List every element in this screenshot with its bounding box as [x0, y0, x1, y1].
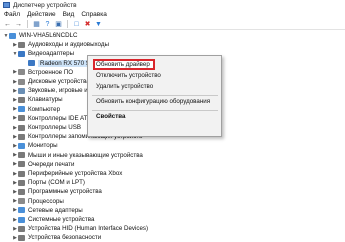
- toolbar: ← → ▦ ? ▣ □ ✖ ▼: [0, 19, 345, 30]
- context-separator: [92, 110, 218, 111]
- device-label: Клавиатуры: [28, 96, 63, 104]
- menu-action[interactable]: Действие: [27, 11, 56, 18]
- device-category[interactable]: ▶ Контроллеры USB: [12, 123, 81, 132]
- device-category[interactable]: ▶ Встроенное ПО: [12, 68, 73, 77]
- device-category[interactable]: ▼ Видеоадаптеры: [12, 49, 75, 58]
- device-icon: [18, 78, 25, 85]
- device-icon: [28, 60, 35, 67]
- device-label: Аудиовходы и аудиовыходы: [28, 41, 109, 49]
- device-manager-icon: [3, 2, 10, 8]
- context-update-driver[interactable]: Обновить драйвер: [96, 61, 150, 68]
- device-label: Контроллеры USB: [28, 124, 82, 131]
- device-icon: [18, 124, 25, 131]
- device-category[interactable]: ▶ Компьютер: [12, 105, 60, 114]
- device-label: Встроенное ПО: [28, 68, 74, 76]
- device-icon: [18, 41, 25, 48]
- device-icon: [18, 115, 25, 122]
- device-category[interactable]: ▶ Аудиовходы и аудиовыходы: [12, 40, 109, 49]
- device-label: Порты (COM и LPT): [28, 179, 85, 187]
- properties-icon[interactable]: ▦: [32, 20, 41, 29]
- device-icon: [18, 142, 25, 149]
- device-category[interactable]: ▶ Порты (COM и LPT): [12, 178, 85, 187]
- device-icon: [18, 216, 25, 223]
- device-label: Видеоадаптеры: [28, 50, 75, 58]
- context-separator: [92, 95, 218, 96]
- help-icon[interactable]: ?: [43, 20, 52, 29]
- device-label: Периферийные устройства Xbox: [28, 170, 123, 177]
- device-icon: [18, 198, 25, 205]
- device-category[interactable]: ▶ Клавиатуры: [12, 95, 63, 104]
- device-icon: [18, 188, 25, 195]
- menu-view[interactable]: Вид: [63, 11, 75, 18]
- device-icon: [18, 87, 25, 94]
- device-category[interactable]: ▶ Мыши и иные указывающие устройства: [12, 151, 143, 160]
- device-label: Дисковые устройства: [28, 78, 90, 85]
- toolbar-separator: [67, 20, 68, 28]
- device-category[interactable]: ▶ Очереди печати: [12, 160, 74, 169]
- device-label: Мониторы: [28, 142, 58, 150]
- device-icon: [18, 96, 25, 103]
- context-disable-device[interactable]: Отключить устройство: [96, 72, 161, 79]
- update-driver-icon[interactable]: □: [72, 20, 81, 29]
- device-category[interactable]: ▶ Устройства HID (Human Interface Devices…: [12, 224, 148, 233]
- context-properties[interactable]: Свойства: [96, 113, 125, 120]
- back-icon[interactable]: ←: [3, 20, 12, 29]
- device-category[interactable]: ▶ Дисковые устройства: [12, 77, 90, 86]
- computer-icon: [9, 32, 16, 39]
- device-label: Сетевые адаптеры: [28, 206, 83, 214]
- context-uninstall-device[interactable]: Удалить устройство: [96, 83, 153, 90]
- tree-root[interactable]: ▼ WIN-VHA5L6NCDLC: [3, 31, 78, 40]
- device-icon: [18, 161, 25, 168]
- device-label: Программные устройства: [28, 188, 102, 196]
- context-scan-hardware[interactable]: Обновить конфигурацию оборудования: [96, 98, 210, 105]
- device-label: Устройства HID (Human Interface Devices): [28, 225, 149, 233]
- device-icon: [18, 50, 25, 57]
- device-label: Системные устройства: [28, 216, 95, 223]
- add-icon[interactable]: ▼: [94, 20, 103, 29]
- device-category[interactable]: ▶ Устройства безопасности: [12, 233, 101, 242]
- device-icon: [18, 225, 25, 232]
- device-category[interactable]: ▶ Системные устройства: [12, 215, 94, 224]
- device-icon: [18, 69, 25, 76]
- device-category[interactable]: ▶ Программные устройства: [12, 187, 102, 196]
- device-icon: [18, 207, 25, 214]
- device-label: Процессоры: [28, 197, 64, 205]
- title-bar: Диспетчер устройств: [0, 0, 345, 10]
- menu-bar: Файл Действие Вид Справка: [0, 10, 345, 19]
- uninstall-icon[interactable]: ✖: [83, 20, 92, 29]
- device-icon: [18, 133, 25, 140]
- toolbar-separator: [27, 20, 28, 28]
- tree-root-label: WIN-VHA5L6NCDLC: [19, 32, 78, 39]
- device-icon: [18, 170, 25, 177]
- device-label: Очереди печати: [28, 160, 75, 168]
- menu-file[interactable]: Файл: [4, 11, 20, 18]
- scan-icon[interactable]: ▣: [54, 20, 63, 29]
- window-title: Диспетчер устройств: [13, 1, 77, 9]
- device-icon: [18, 179, 25, 186]
- device-category[interactable]: ▶ Мониторы: [12, 141, 58, 150]
- device-label: Мыши и иные указывающие устройства: [28, 151, 143, 159]
- device-category[interactable]: ▶ Сетевые адаптеры: [12, 206, 83, 215]
- device-label: Устройства безопасности: [28, 234, 102, 242]
- device-icon: [18, 106, 25, 113]
- device-category[interactable]: ▶ Периферийные устройства Xbox: [12, 169, 122, 178]
- context-menu: Обновить драйвер Отключить устройство Уд…: [87, 55, 222, 137]
- device-category[interactable]: ▶ Процессоры: [12, 197, 64, 206]
- menu-help[interactable]: Справка: [81, 11, 107, 18]
- forward-icon[interactable]: →: [14, 20, 23, 29]
- device-label: Компьютер: [28, 105, 61, 113]
- device-icon: [18, 152, 25, 159]
